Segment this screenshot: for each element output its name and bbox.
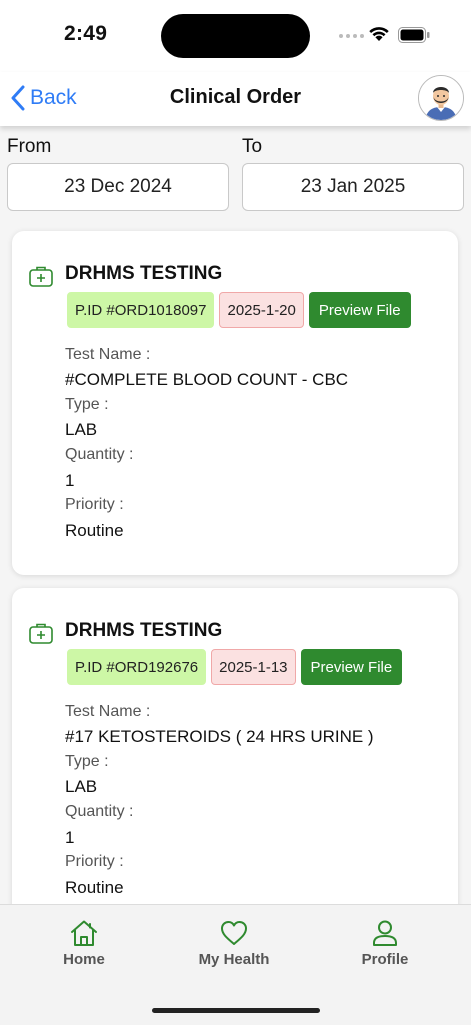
tab-my-health[interactable]: My Health bbox=[179, 919, 289, 968]
page-title: Clinical Order bbox=[169, 86, 302, 108]
avatar[interactable] bbox=[418, 75, 464, 121]
type-value: LAB bbox=[65, 420, 98, 439]
quantity-value: 1 bbox=[65, 471, 75, 490]
home-indicator bbox=[152, 1008, 320, 1013]
order-date-badge: 2025-1-13 bbox=[211, 649, 296, 685]
priority-label: Priority : bbox=[65, 496, 124, 513]
priority-label: Priority : bbox=[65, 853, 124, 870]
cellular-signal-icon bbox=[339, 34, 364, 38]
tab-home[interactable]: Home bbox=[29, 919, 139, 968]
quantity-label: Quantity : bbox=[65, 803, 134, 820]
navigation-bar: Back Clinical Order bbox=[0, 72, 471, 126]
tab-home-label: Home bbox=[63, 951, 105, 968]
test-name-value: #17 KETOSTEROIDS ( 24 HRS URINE ) bbox=[65, 727, 374, 746]
tab-profile-label: Profile bbox=[361, 951, 409, 968]
facility-name: DRHMS TESTING bbox=[65, 620, 223, 641]
status-bar: 2:49 bbox=[0, 0, 471, 72]
order-card: DRHMS TESTING P.ID #ORD192676 2025-1-13 … bbox=[12, 588, 458, 904]
battery-icon bbox=[398, 27, 430, 43]
quantity-value: 1 bbox=[65, 828, 75, 847]
test-name-label: Test Name : bbox=[65, 346, 151, 363]
heart-icon bbox=[221, 921, 247, 945]
tab-my-health-label: My Health bbox=[198, 951, 270, 968]
quantity-label: Quantity : bbox=[65, 446, 134, 463]
from-date-field[interactable]: 23 Dec 2024 bbox=[7, 163, 229, 211]
status-time: 2:49 bbox=[64, 22, 108, 45]
priority-value: Routine bbox=[65, 521, 124, 540]
medical-kit-icon bbox=[29, 266, 53, 287]
type-value: LAB bbox=[65, 777, 98, 796]
user-avatar-icon bbox=[419, 76, 463, 120]
order-id-badge: P.ID #ORD192676 bbox=[67, 649, 207, 685]
main-content[interactable]: From 23 Dec 2024 To 23 Jan 2025 DRHMS TE… bbox=[0, 126, 471, 904]
medical-kit-icon bbox=[29, 623, 53, 644]
order-card: DRHMS TESTING P.ID #ORD1018097 2025-1-20… bbox=[12, 231, 458, 575]
to-label: To bbox=[242, 136, 263, 157]
type-label: Type : bbox=[65, 753, 109, 770]
user-icon bbox=[373, 920, 397, 946]
from-label: From bbox=[7, 136, 52, 157]
order-date-badge: 2025-1-20 bbox=[219, 292, 304, 328]
test-name-label: Test Name : bbox=[65, 703, 151, 720]
preview-file-button[interactable]: Preview File bbox=[308, 292, 411, 328]
priority-value: Routine bbox=[65, 878, 124, 897]
to-date-field[interactable]: 23 Jan 2025 bbox=[242, 163, 464, 211]
facility-name: DRHMS TESTING bbox=[65, 263, 223, 284]
type-label: Type : bbox=[65, 396, 109, 413]
dynamic-island bbox=[161, 14, 310, 58]
tab-profile[interactable]: Profile bbox=[330, 919, 440, 968]
preview-file-button[interactable]: Preview File bbox=[300, 649, 403, 685]
home-icon bbox=[71, 920, 97, 946]
order-id-badge: P.ID #ORD1018097 bbox=[67, 292, 215, 328]
test-name-value: #COMPLETE BLOOD COUNT - CBC bbox=[65, 370, 349, 389]
bottom-tab-bar: Home My Health Profile bbox=[0, 904, 471, 1025]
wifi-icon bbox=[369, 27, 389, 41]
